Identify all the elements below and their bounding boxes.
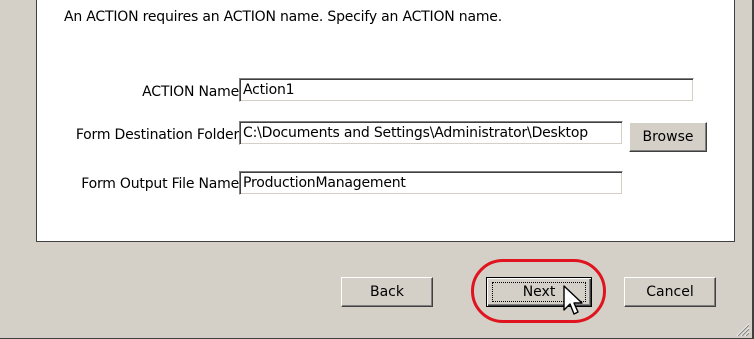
- mouse-pointer-icon: [563, 285, 583, 315]
- resize-grip-icon[interactable]: [736, 323, 750, 337]
- browse-button-label: Browse: [642, 129, 694, 145]
- cancel-button-label: Cancel: [646, 284, 694, 300]
- content-panel: An ACTION requires an ACTION name. Speci…: [36, 0, 735, 242]
- destination-folder-input[interactable]: C:\Documents and Settings\Administrator\…: [239, 121, 623, 145]
- output-file-name-input[interactable]: ProductionManagement: [239, 171, 623, 195]
- action-name-label: ACTION Name: [142, 84, 239, 100]
- output-file-name-label: Form Output File Name: [81, 176, 239, 192]
- back-button-label: Back: [370, 284, 404, 300]
- action-name-input[interactable]: Action1: [239, 78, 694, 102]
- instruction-text: An ACTION requires an ACTION name. Speci…: [64, 9, 502, 25]
- back-button[interactable]: Back: [341, 277, 433, 307]
- cancel-button[interactable]: Cancel: [624, 277, 716, 307]
- destination-folder-label: Form Destination Folder: [75, 127, 239, 143]
- browse-button[interactable]: Browse: [629, 122, 707, 152]
- wizard-dialog: An ACTION requires an ACTION name. Speci…: [0, 0, 754, 339]
